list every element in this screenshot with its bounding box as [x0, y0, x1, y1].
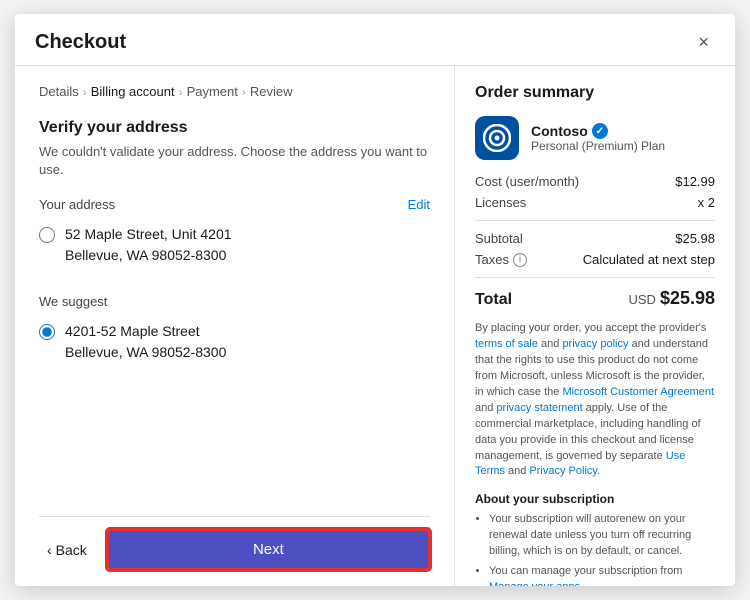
your-address-label-row: Your address Edit	[39, 197, 430, 212]
your-address-radio[interactable]	[39, 227, 55, 243]
suggested-address-radio[interactable]	[39, 324, 55, 340]
subtotal-line: Subtotal $25.98	[475, 231, 715, 246]
cost-line: Cost (user/month) $12.99	[475, 174, 715, 189]
total-row: Total USD $25.98	[475, 288, 715, 309]
your-address-option: 52 Maple Street, Unit 4201 Bellevue, WA …	[39, 220, 430, 270]
divider-1	[475, 220, 715, 221]
suggested-address-group: We suggest 4201-52 Maple Street Bellevue…	[39, 284, 430, 367]
taxes-label: Taxes	[475, 252, 509, 267]
breadcrumb-review: Review	[250, 84, 293, 99]
modal-body: Details › Billing account › Payment › Re…	[15, 66, 735, 586]
taxes-value: Calculated at next step	[583, 252, 715, 267]
terms-of-sale-link[interactable]: terms of sale	[475, 338, 538, 350]
product-info: Contoso ✓ Personal (Premium) Plan	[531, 123, 665, 153]
mca-link[interactable]: Microsoft Customer Agreement	[562, 386, 714, 398]
total-amount: USD $25.98	[628, 288, 715, 309]
your-address-label: Your address	[39, 197, 115, 212]
footer-actions: ‹ Back Next	[39, 516, 430, 570]
edit-button[interactable]: Edit	[408, 197, 430, 212]
manage-apps-link[interactable]: Manage your apps	[489, 581, 580, 586]
product-name: Contoso	[531, 123, 588, 139]
verified-badge-icon: ✓	[592, 123, 608, 139]
product-row: Contoso ✓ Personal (Premium) Plan	[475, 116, 715, 160]
total-value: $25.98	[660, 288, 715, 308]
modal-header: Checkout ×	[15, 14, 735, 66]
licenses-label: Licenses	[475, 195, 526, 210]
your-address-line2: Bellevue, WA 98052-8300	[65, 245, 232, 266]
subtotal-value: $25.98	[675, 231, 715, 246]
legal-text: By placing your order, you accept the pr…	[475, 321, 715, 480]
breadcrumb-billing-account: Billing account	[91, 84, 175, 99]
privacy-policy-link[interactable]: privacy policy	[562, 338, 628, 350]
taxes-line: Taxes i Calculated at next step	[475, 252, 715, 267]
breadcrumb-payment: Payment	[187, 84, 238, 99]
suggested-address-option: 4201-52 Maple Street Bellevue, WA 98052-…	[39, 317, 430, 367]
privacy-policy-link-2[interactable]: Privacy Policy	[529, 465, 597, 477]
section-title: Verify your address	[39, 119, 430, 137]
breadcrumb: Details › Billing account › Payment › Re…	[39, 84, 430, 99]
back-button[interactable]: ‹ Back	[39, 536, 95, 564]
right-panel: Order summary Contoso ✓ Personal (Premiu…	[455, 66, 735, 586]
about-subscription-list: Your subscription will autorenew on your…	[475, 512, 715, 586]
back-chevron-icon: ‹	[47, 542, 52, 558]
taxes-label-row: Taxes i	[475, 252, 527, 267]
suggested-address-text: 4201-52 Maple Street Bellevue, WA 98052-…	[65, 321, 226, 363]
product-name-row: Contoso ✓	[531, 123, 665, 139]
close-button[interactable]: ×	[692, 30, 715, 55]
divider-2	[475, 277, 715, 278]
subtotal-label: Subtotal	[475, 231, 523, 246]
suggested-address-line2: Bellevue, WA 98052-8300	[65, 342, 226, 363]
section-desc: We couldn't validate your address. Choos…	[39, 143, 430, 179]
your-address-text: 52 Maple Street, Unit 4201 Bellevue, WA …	[65, 224, 232, 266]
next-button[interactable]: Next	[107, 529, 430, 570]
your-address-line1: 52 Maple Street, Unit 4201	[65, 224, 232, 245]
total-label: Total	[475, 291, 512, 309]
about-item-2: You can manage your subscription from Ma…	[489, 564, 715, 586]
left-panel: Details › Billing account › Payment › Re…	[15, 66, 455, 586]
suggested-address-line1: 4201-52 Maple Street	[65, 321, 226, 342]
we-suggest-label: We suggest	[39, 294, 430, 309]
order-summary-title: Order summary	[475, 84, 715, 102]
separator-2: ›	[179, 85, 183, 99]
about-item-1: Your subscription will autorenew on your…	[489, 512, 715, 560]
checkout-modal: Checkout × Details › Billing account › P…	[15, 14, 735, 586]
privacy-statement-link[interactable]: privacy statement	[496, 402, 582, 414]
separator-3: ›	[242, 85, 246, 99]
licenses-line: Licenses x 2	[475, 195, 715, 210]
back-label: Back	[56, 542, 87, 558]
total-currency: USD	[628, 292, 655, 307]
modal-title: Checkout	[35, 31, 126, 54]
breadcrumb-details: Details	[39, 84, 79, 99]
your-address-group: Your address Edit 52 Maple Street, Unit …	[39, 197, 430, 270]
cost-value: $12.99	[675, 174, 715, 189]
product-icon	[475, 116, 519, 160]
product-plan: Personal (Premium) Plan	[531, 139, 665, 153]
cost-label: Cost (user/month)	[475, 174, 579, 189]
licenses-value: x 2	[698, 195, 715, 210]
product-logo-icon	[483, 124, 511, 152]
separator-1: ›	[83, 85, 87, 99]
about-subscription-title: About your subscription	[475, 492, 715, 506]
taxes-info-icon[interactable]: i	[513, 253, 527, 267]
